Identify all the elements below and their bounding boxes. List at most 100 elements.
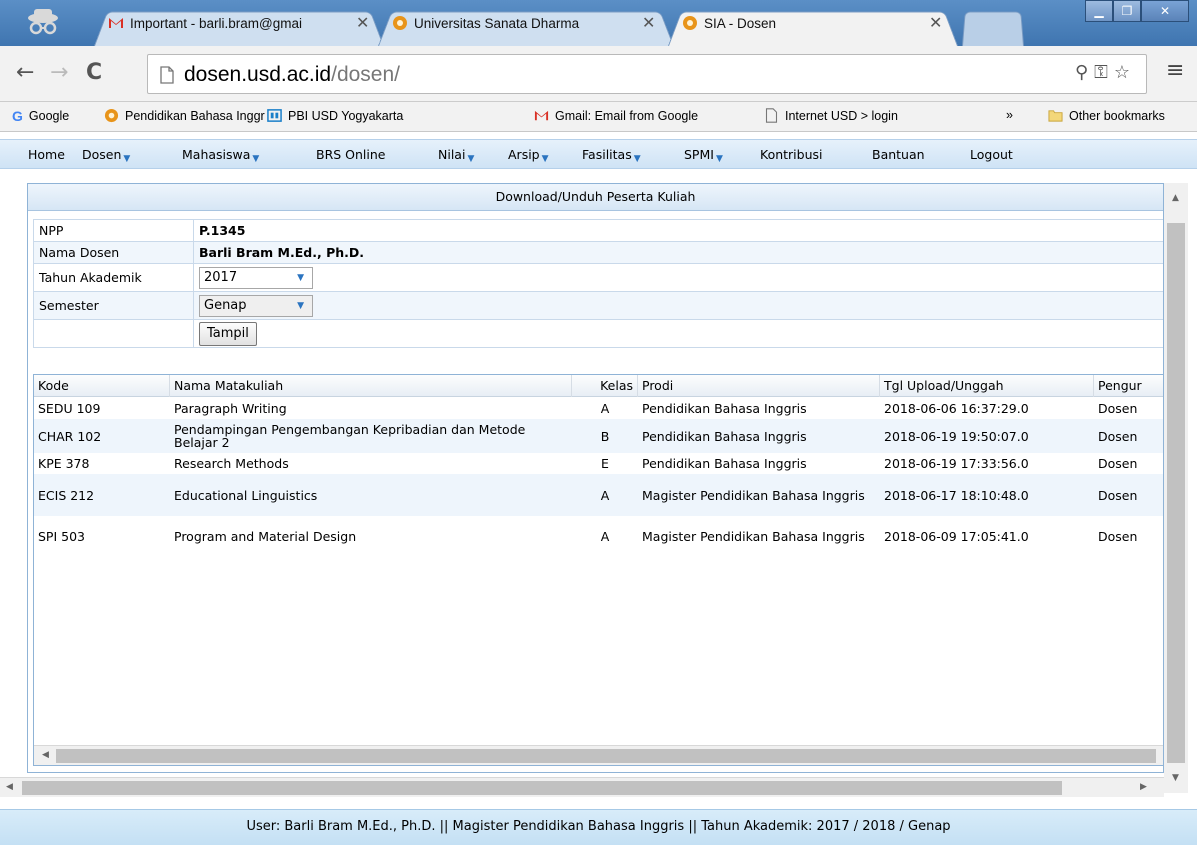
page-icon xyxy=(160,66,174,84)
browser-toolbar: ← → C dosen.usd.ac.id/dosen/ ⚲⚿☆ xyxy=(0,46,1197,102)
tampil-button[interactable]: Tampil xyxy=(199,321,257,346)
chevron-down-icon: ▼ xyxy=(252,154,260,164)
chevron-down-icon: ▼ xyxy=(633,154,641,164)
usd-favicon xyxy=(683,16,697,30)
menu-nilai[interactable]: Nilai ▼ xyxy=(438,147,474,164)
tab-sia-close-icon[interactable]: ✕ xyxy=(929,13,942,32)
tahun-akademik-cell: 2017 ▼ xyxy=(193,263,1163,292)
col-prodi[interactable]: Prodi xyxy=(638,375,880,397)
semester-label: Semester xyxy=(33,291,194,320)
menu-bantuan[interactable]: Bantuan xyxy=(872,147,925,162)
chrome-menu-icon[interactable]: ≡ xyxy=(1166,58,1184,83)
other-bookmarks[interactable]: Other bookmarks xyxy=(1048,108,1165,123)
scroll-right-icon[interactable]: ▶ xyxy=(1140,782,1147,792)
scroll-down-icon[interactable]: ▼ xyxy=(1172,773,1179,783)
cell-nama: Pendampingan Pengembangan Kepribadian da… xyxy=(174,422,526,450)
cell-kelas: A xyxy=(600,528,610,544)
tahun-akademik-select[interactable]: 2017 ▼ xyxy=(199,266,313,289)
bookmarks-bar: G Google Pendidikan Bahasa Inggr PBI USD… xyxy=(0,102,1197,132)
gmail-icon xyxy=(534,110,549,121)
nama-dosen-label: Nama Dosen xyxy=(33,241,194,264)
panel-title: Download/Unduh Peserta Kuliah xyxy=(28,184,1163,211)
page-vertical-scrollbar[interactable]: ▲ ▼ xyxy=(1164,183,1188,793)
page-content: Home Dosen ▼ Mahasiswa ▼ BRS Online Nilai ▼… xyxy=(0,132,1197,845)
bookmark-internet-usd[interactable]: Internet USD > login xyxy=(764,108,898,123)
tab-gmail-title: Important - barli.bram@gmai xyxy=(108,11,358,35)
menu-logout[interactable]: Logout xyxy=(970,147,1013,162)
bookmarks-overflow-icon[interactable]: » xyxy=(1006,108,1013,122)
site-icon xyxy=(267,109,282,122)
semester-cell: Genap ▼ xyxy=(193,291,1163,320)
key-icon[interactable]: ⚿ xyxy=(1094,62,1114,83)
menu-brs-online[interactable]: BRS Online xyxy=(316,147,386,162)
page-horizontal-scrollbar[interactable]: ◀ ▶ xyxy=(0,777,1164,797)
scroll-up-icon[interactable]: ▲ xyxy=(1172,193,1179,203)
maximize-icon[interactable]: ❐ xyxy=(1113,0,1141,22)
empty-label xyxy=(33,319,194,348)
back-icon[interactable]: ← xyxy=(16,60,34,85)
table-row[interactable]: CHAR 102 Pendampingan Pengembangan Kepri… xyxy=(34,419,1163,453)
table-row[interactable]: KPE 378 Research Methods E Pendidikan Ba… xyxy=(34,453,1163,474)
cell-kode: SEDU 109 xyxy=(38,401,101,416)
page-scroll-thumb[interactable] xyxy=(1167,223,1185,763)
address-bar[interactable]: dosen.usd.ac.id/dosen/ ⚲⚿☆ xyxy=(147,54,1147,94)
tab-gmail-close-icon[interactable]: ✕ xyxy=(356,13,369,32)
col-kelas[interactable]: Kelas xyxy=(572,375,638,397)
bookmark-pbi-usd[interactable]: PBI USD Yogyakarta xyxy=(267,108,403,123)
main-menu: Home Dosen ▼ Mahasiswa ▼ BRS Online Nilai ▼… xyxy=(0,139,1197,169)
page-hscroll-thumb[interactable] xyxy=(22,781,1062,795)
cell-nama: Research Methods xyxy=(174,456,289,471)
menu-dosen[interactable]: Dosen ▼ xyxy=(82,147,130,164)
window-close-icon[interactable]: ✕ xyxy=(1141,0,1189,22)
zoom-icon[interactable]: ⚲ xyxy=(1075,62,1094,83)
grid-horizontal-scrollbar[interactable]: ◀ xyxy=(34,745,1163,765)
url-text: dosen.usd.ac.id/dosen/ xyxy=(184,63,400,86)
new-tab-button[interactable] xyxy=(962,11,1024,47)
cell-kelas: A xyxy=(600,401,610,416)
cell-kelas: E xyxy=(601,456,609,471)
bookmark-gmail[interactable]: Gmail: Email from Google xyxy=(534,108,698,123)
usd-favicon xyxy=(393,16,407,30)
chevron-down-icon: ▼ xyxy=(541,154,549,164)
chevron-down-icon: ▼ xyxy=(467,154,475,164)
bookmark-google[interactable]: G Google xyxy=(12,108,69,124)
dosen-form: NPP P.1345 Nama Dosen Barli Bram M.Ed., … xyxy=(33,219,1163,348)
col-pengur[interactable]: Pengur xyxy=(1094,375,1163,397)
cell-prodi: Pendidikan Bahasa Inggris xyxy=(642,428,807,444)
minimize-icon[interactable]: ▁ xyxy=(1085,0,1113,22)
menu-arsip[interactable]: Arsip ▼ xyxy=(508,147,549,164)
menu-fasilitas[interactable]: Fasilitas ▼ xyxy=(582,147,641,164)
tab-sia-title: SIA - Dosen xyxy=(682,11,902,35)
table-row[interactable]: SPI 503 Program and Material Design A Ma… xyxy=(34,516,1163,556)
semester-select[interactable]: Genap ▼ xyxy=(199,294,313,317)
cell-pengur: Dosen xyxy=(1098,401,1138,416)
col-kode[interactable]: Kode xyxy=(34,375,170,397)
user-status-bar: User: Barli Bram M.Ed., Ph.D. || Magiste… xyxy=(0,809,1197,845)
tab-usd-title: Universitas Sanata Dharma xyxy=(392,11,632,35)
menu-kontribusi[interactable]: Kontribusi xyxy=(760,147,823,162)
bookmark-star-icon[interactable]: ☆ xyxy=(1114,62,1136,83)
cell-pengur: Dosen xyxy=(1098,456,1138,471)
col-tgl-upload[interactable]: Tgl Upload/Unggah xyxy=(880,375,1094,397)
grid-scroll-thumb[interactable] xyxy=(56,749,1156,763)
cell-pengur: Dosen xyxy=(1098,528,1138,544)
menu-mahasiswa[interactable]: Mahasiswa ▼ xyxy=(182,147,259,164)
scroll-left-icon[interactable]: ◀ xyxy=(6,782,13,792)
table-row[interactable]: ECIS 212 Educational Linguistics A Magis… xyxy=(34,474,1163,516)
course-grid: Kode Nama Matakuliah Kelas Prodi Tgl Upl… xyxy=(33,374,1163,766)
forward-icon[interactable]: → xyxy=(50,60,68,85)
table-row[interactable]: SEDU 109 Paragraph Writing A Pendidikan … xyxy=(34,398,1163,419)
menu-home[interactable]: Home xyxy=(28,147,65,162)
grid-header: Kode Nama Matakuliah Kelas Prodi Tgl Upl… xyxy=(34,375,1163,397)
scroll-left-icon[interactable]: ◀ xyxy=(42,750,49,760)
tab-usd-close-icon[interactable]: ✕ xyxy=(642,13,655,32)
npp-label: NPP xyxy=(33,219,194,242)
tahun-akademik-label: Tahun Akademik xyxy=(33,263,194,292)
bookmark-pbi[interactable]: Pendidikan Bahasa Inggr xyxy=(104,108,265,123)
reload-icon[interactable]: C xyxy=(86,60,102,85)
menu-spmi[interactable]: SPMI ▼ xyxy=(684,147,723,164)
cell-kelas: B xyxy=(600,428,610,444)
col-nama-matakuliah[interactable]: Nama Matakuliah xyxy=(170,375,572,397)
cell-tgl: 2018-06-19 19:50:07.0 xyxy=(884,428,1029,444)
cell-kode: SPI 503 xyxy=(38,528,85,544)
